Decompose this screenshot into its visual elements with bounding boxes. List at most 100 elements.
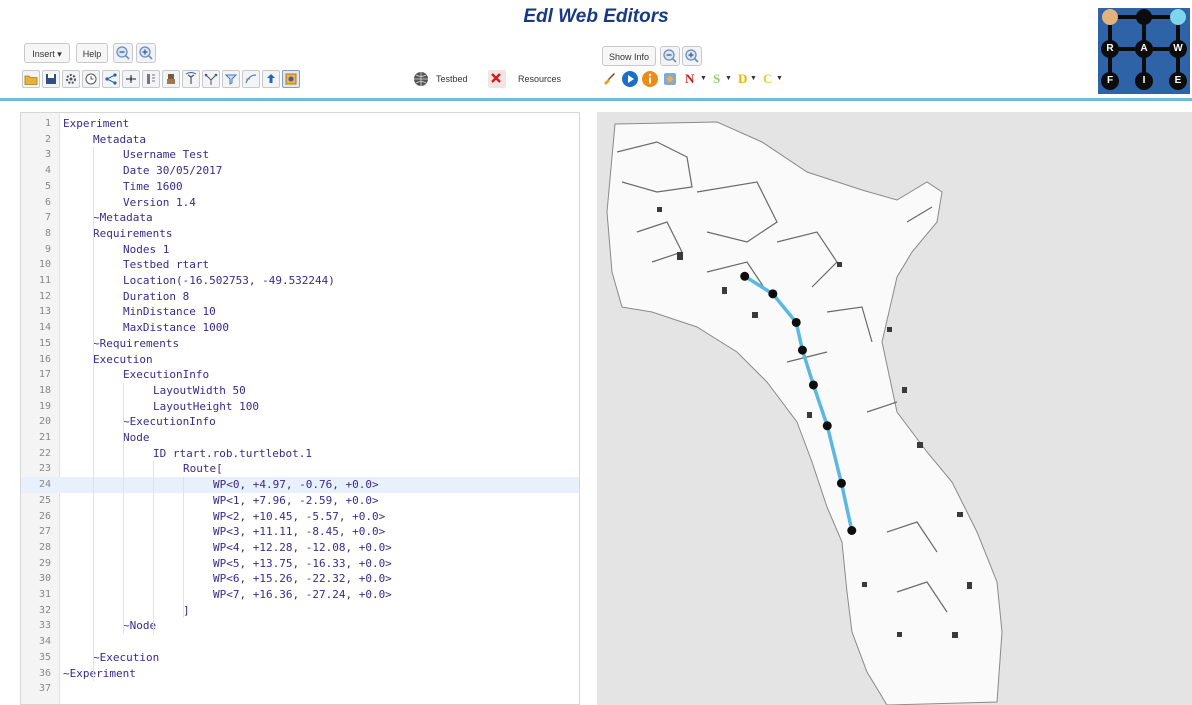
robot-button[interactable]: [162, 70, 180, 88]
code-line[interactable]: 16 Execution: [21, 352, 579, 368]
code-editor[interactable]: 1 Experiment 2 Metadata 3 Username Test 4 Date …: [20, 112, 580, 705]
map-view[interactable]: [597, 112, 1192, 705]
code-text[interactable]: WP<4, +12.28, -12.08, +0.0>: [63, 540, 392, 556]
code-text[interactable]: Metadata: [63, 132, 146, 148]
code-line[interactable]: 12 Duration 8: [21, 289, 579, 305]
code-line[interactable]: 7 ~Metadata: [21, 210, 579, 226]
code-text[interactable]: ~Node: [63, 618, 156, 634]
code-text[interactable]: Testbed rtart: [63, 257, 209, 273]
clock-button[interactable]: [82, 70, 100, 88]
code-line[interactable]: 31 WP<7, +16.36, -27.24, +0.0>: [21, 587, 579, 603]
code-line[interactable]: 8 Requirements: [21, 226, 579, 242]
code-line[interactable]: 36 ~Experiment: [21, 666, 579, 682]
waypoint-marker[interactable]: [797, 345, 807, 355]
code-text[interactable]: MaxDistance 1000: [63, 320, 229, 336]
signal-button[interactable]: [122, 70, 140, 88]
filter-n-button[interactable]: N: [685, 70, 694, 88]
code-text[interactable]: Requirements: [63, 226, 172, 242]
code-text[interactable]: LayoutWidth 50: [63, 383, 246, 399]
chevron-down-icon[interactable]: ▼: [776, 70, 783, 88]
help-button[interactable]: Help: [76, 43, 108, 63]
filter-button[interactable]: [222, 70, 240, 88]
code-line[interactable]: 24 WP<0, +4.97, -0.76, +0.0>: [21, 477, 579, 493]
code-line[interactable]: 27 WP<3, +11.11, -8.45, +0.0>: [21, 524, 579, 540]
code-text[interactable]: ~Requirements: [63, 336, 179, 352]
path-button[interactable]: [242, 70, 260, 88]
code-text[interactable]: ID rtart.rob.turtlebot.1: [63, 446, 312, 462]
chevron-down-icon[interactable]: ▼: [725, 70, 732, 88]
testbed-label[interactable]: Testbed: [436, 74, 468, 84]
code-line[interactable]: 34: [21, 634, 579, 650]
code-line[interactable]: 10 Testbed rtart: [21, 257, 579, 273]
code-line[interactable]: 32]: [21, 603, 579, 619]
filter-s-button[interactable]: S: [713, 70, 720, 88]
play-button[interactable]: [621, 70, 639, 88]
antenna-button[interactable]: [182, 70, 200, 88]
code-text[interactable]: WP<0, +4.97, -0.76, +0.0>: [63, 477, 379, 493]
code-text[interactable]: Time 1600: [63, 179, 183, 195]
code-line[interactable]: 20 ~ExecutionInfo: [21, 414, 579, 430]
code-line[interactable]: 13 MinDistance 10: [21, 304, 579, 320]
testbed-button[interactable]: [412, 70, 430, 88]
code-text[interactable]: ~ExecutionInfo: [63, 414, 216, 430]
code-text[interactable]: Location(-16.502753, -49.532244): [63, 273, 335, 289]
waypoint-marker[interactable]: [822, 421, 832, 431]
save-button[interactable]: [42, 70, 60, 88]
waypoint-marker[interactable]: [740, 271, 750, 281]
code-text[interactable]: Execution: [63, 352, 153, 368]
code-line[interactable]: 9 Nodes 1: [21, 242, 579, 258]
code-text[interactable]: ExecutionInfo: [63, 367, 209, 383]
zoom-in-button[interactable]: [136, 43, 156, 63]
code-line[interactable]: 19 LayoutHeight 100: [21, 399, 579, 415]
code-text[interactable]: Nodes 1: [63, 242, 169, 258]
chevron-down-icon[interactable]: ▼: [700, 70, 707, 88]
code-text[interactable]: Node: [63, 430, 150, 446]
code-text[interactable]: Username Test: [63, 147, 209, 163]
resources-label[interactable]: Resources: [518, 74, 561, 84]
map-zoom-out-button[interactable]: [660, 46, 680, 66]
code-text[interactable]: MinDistance 10: [63, 304, 216, 320]
waypoint-marker[interactable]: [808, 380, 818, 390]
waypoint-marker[interactable]: [836, 478, 846, 488]
map-zoom-in-button[interactable]: [682, 46, 702, 66]
deploy-button[interactable]: [282, 70, 300, 88]
network-button[interactable]: [202, 70, 220, 88]
info-button[interactable]: [641, 70, 659, 88]
code-text[interactable]: WP<3, +11.11, -8.45, +0.0>: [63, 524, 385, 540]
code-line[interactable]: 29 WP<5, +13.75, -16.33, +0.0>: [21, 556, 579, 572]
code-line[interactable]: 11 Location(-16.502753, -49.532244): [21, 273, 579, 289]
code-text[interactable]: WP<7, +16.36, -27.24, +0.0>: [63, 587, 392, 603]
code-text[interactable]: ~Metadata: [63, 210, 153, 226]
waypoint-marker[interactable]: [768, 289, 778, 299]
code-text[interactable]: ~Execution: [63, 650, 159, 666]
filter-d-button[interactable]: D: [738, 70, 747, 88]
code-line[interactable]: 23 Route[: [21, 461, 579, 477]
code-line[interactable]: 22 ID rtart.rob.turtlebot.1: [21, 446, 579, 462]
share-button[interactable]: [102, 70, 120, 88]
code-text[interactable]: WP<6, +15.26, -22.32, +0.0>: [63, 571, 392, 587]
code-text[interactable]: ~Experiment: [63, 666, 136, 682]
insert-menu-button[interactable]: Insert ▾: [24, 43, 70, 63]
code-line[interactable]: 33 ~Node: [21, 618, 579, 634]
list-button[interactable]: [142, 70, 160, 88]
layers-button[interactable]: [661, 70, 679, 88]
code-line[interactable]: 4 Date 30/05/2017: [21, 163, 579, 179]
code-line[interactable]: 26 WP<2, +10.45, -5.57, +0.0>: [21, 509, 579, 525]
resources-button[interactable]: [488, 70, 506, 88]
code-line[interactable]: 37: [21, 681, 579, 697]
code-line[interactable]: 14 MaxDistance 1000: [21, 320, 579, 336]
code-line[interactable]: 6 Version 1.4: [21, 195, 579, 211]
upload-button[interactable]: [262, 70, 280, 88]
code-line[interactable]: 25 WP<1, +7.96, -2.59, +0.0>: [21, 493, 579, 509]
code-text[interactable]: Version 1.4: [63, 195, 196, 211]
code-text[interactable]: Route[: [63, 461, 223, 477]
code-line[interactable]: 30 WP<6, +15.26, -22.32, +0.0>: [21, 571, 579, 587]
code-text[interactable]: WP<2, +10.45, -5.57, +0.0>: [63, 509, 385, 525]
code-line[interactable]: 18 LayoutWidth 50: [21, 383, 579, 399]
show-info-button[interactable]: Show Info: [602, 46, 656, 66]
settings-button[interactable]: [62, 70, 80, 88]
code-text[interactable]: Duration 8: [63, 289, 189, 305]
code-line[interactable]: 5 Time 1600: [21, 179, 579, 195]
code-line[interactable]: 17 ExecutionInfo: [21, 367, 579, 383]
waypoint-marker[interactable]: [791, 317, 801, 327]
